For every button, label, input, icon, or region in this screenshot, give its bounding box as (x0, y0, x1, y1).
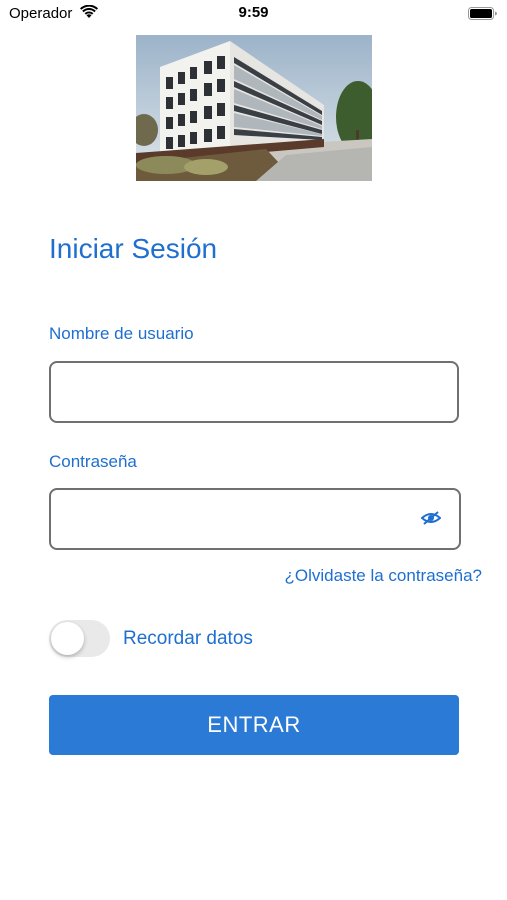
page-title: Iniciar Sesión (49, 233, 218, 264)
username-input[interactable] (49, 361, 459, 423)
eye-icon[interactable] (420, 510, 442, 526)
password-input[interactable] (49, 488, 461, 550)
status-bar: Operador 9:59 (0, 0, 507, 28)
forgot-password-link[interactable]: ¿Olvidaste la contraseña? (285, 566, 483, 586)
password-field (49, 488, 461, 550)
login-button[interactable]: ENTRAR (49, 695, 459, 755)
toggle-knob (51, 622, 84, 655)
password-label: Contraseña (49, 452, 137, 471)
username-label: Nombre de usuario (49, 324, 194, 343)
battery-icon (468, 7, 498, 20)
remember-toggle[interactable] (49, 620, 110, 657)
status-time: 9:59 (238, 4, 269, 21)
building-photo (136, 35, 372, 181)
remember-label: Recordar datos (123, 628, 253, 649)
